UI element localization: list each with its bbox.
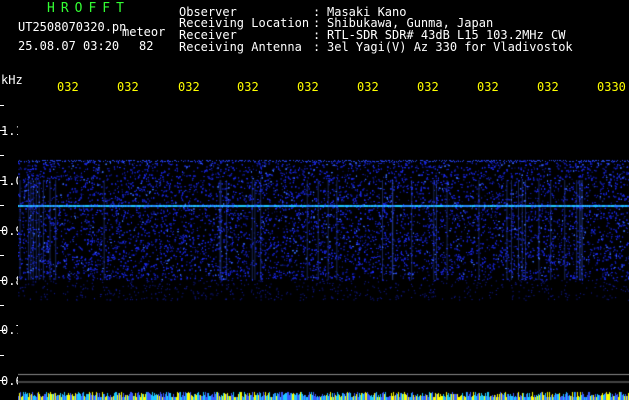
antenna-colon: : xyxy=(313,40,321,54)
datetime-label: 25.08.07 03:20 xyxy=(18,39,120,53)
y-axis-unit: kHz xyxy=(1,73,23,87)
y-axis-tick xyxy=(0,130,6,131)
y-axis-tick xyxy=(0,180,6,181)
y-axis-tick xyxy=(0,330,6,331)
antenna-value: 3el Yagi(V) Az 330 for Vladivostok xyxy=(327,40,573,54)
time-tick-label: 032 xyxy=(57,80,79,94)
time-tick-label: 032 xyxy=(117,80,139,94)
spectrogram-plot xyxy=(18,98,629,400)
time-tick-label: 032 xyxy=(417,80,439,94)
y-axis-tick xyxy=(0,380,6,381)
meteor-tag: meteor xyxy=(122,25,166,39)
brand-title: HROFFT xyxy=(47,1,130,16)
time-tick-label: 032 xyxy=(237,80,259,94)
time-tick-label: 032 xyxy=(357,80,379,94)
y-axis-tick xyxy=(0,230,6,231)
filename-label: UT2508070320.pn xyxy=(18,20,127,34)
y-axis-tick xyxy=(0,305,4,306)
y-axis-tick xyxy=(0,205,4,206)
time-tick-label: 032 xyxy=(297,80,319,94)
y-axis-tick xyxy=(0,280,6,281)
time-tick-label: 032 xyxy=(537,80,559,94)
hrofft-screen: HROFFT UT2508070320.pn meteor 25.08.07 0… xyxy=(0,0,629,400)
time-tick-label: 032 xyxy=(178,80,200,94)
antenna-label: Receiving Antenna xyxy=(179,40,302,54)
time-tick-label: 032 xyxy=(477,80,499,94)
counter-label: 82 xyxy=(139,39,154,53)
y-axis-tick xyxy=(0,155,4,156)
y-axis-tick xyxy=(0,255,4,256)
spectrogram-canvas xyxy=(18,98,629,400)
time-tick-label: 0330 xyxy=(597,80,626,94)
y-axis-tick xyxy=(0,105,4,106)
y-axis-tick xyxy=(0,355,4,356)
